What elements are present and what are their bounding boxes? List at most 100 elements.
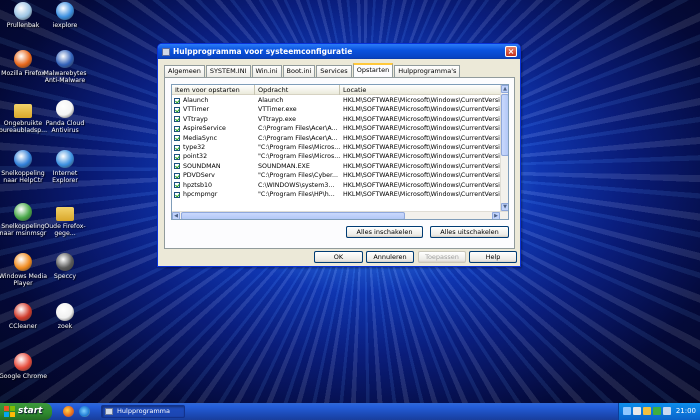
startup-checkbox[interactable] <box>174 116 180 123</box>
enable-all-button[interactable]: Alles inschakelen <box>346 226 423 238</box>
disable-all-button[interactable]: Alles uitschakelen <box>430 226 509 238</box>
tab-opstarten[interactable]: Opstarten <box>352 63 394 77</box>
startup-checkbox[interactable] <box>174 144 180 151</box>
help-button[interactable]: Help <box>469 251 517 263</box>
desktop-icon-internet-explorer[interactable]: iexplore <box>40 2 90 29</box>
startup-checkbox[interactable] <box>174 125 180 132</box>
column-header-command[interactable]: Opdracht <box>255 85 340 95</box>
tab-hulpprogrammas[interactable]: Hulpprogramma's <box>394 65 461 77</box>
apply-button[interactable]: Toepassen <box>418 251 466 263</box>
msconfig-window: Hulpprogramma voor systeemconfiguratie ×… <box>157 43 521 267</box>
ccleaner-icon <box>14 303 32 321</box>
internet-explorer-icon <box>56 2 74 20</box>
desktop-icon-label: Mozilla Firefox <box>1 70 45 77</box>
horizontal-scrollbar[interactable]: ◀ ▶ <box>172 211 508 219</box>
desktop-icon-panda[interactable]: Panda Cloud Antivirus <box>40 100 90 134</box>
command-cell: SOUNDMAN.EXE <box>258 162 310 170</box>
tab-boot-ini[interactable]: Boot.ini <box>282 65 316 77</box>
task-button-msconfig[interactable]: Hulpprogramma vo... <box>101 405 185 420</box>
tab-algemeen[interactable]: Algemeen <box>164 65 205 77</box>
desktop-icon-search[interactable]: zoek <box>40 303 90 330</box>
desktop-icon-malwarebytes[interactable]: Malwarebytes Anti-Malware <box>40 50 90 84</box>
tray-app-icon[interactable] <box>663 407 671 415</box>
item-cell: AspireService <box>172 124 255 133</box>
table-row[interactable]: PDVDServ "C:\Program Files\Cyber... HKLM\S… <box>172 171 502 180</box>
startup-checkbox[interactable] <box>174 163 180 170</box>
item-name: AspireService <box>183 125 226 133</box>
desktop-icon-label: Prullenbak <box>6 22 40 29</box>
antivirus-icon[interactable] <box>653 407 661 415</box>
item-name: hpztsb10 <box>183 181 213 189</box>
desktop-icon-label: iexplore <box>52 22 78 29</box>
msn-messenger-icon <box>14 203 32 221</box>
table-row[interactable]: point32 "C:\Program Files\Micros... HKLM\S… <box>172 152 502 161</box>
startup-checkbox[interactable] <box>174 97 180 104</box>
location-cell: HKLM\SOFTWARE\Microsoft\Windows\CurrentV… <box>343 172 502 180</box>
column-header-location[interactable]: Locatie <box>340 85 502 95</box>
item-cell: point32 <box>172 152 255 161</box>
item-name: hpcmpmgr <box>183 190 218 198</box>
firefox-quicklaunch-icon[interactable] <box>63 406 74 417</box>
tab-panel: Item voor opstarten Opdracht Locatie Ala… <box>164 77 515 249</box>
tab-win-ini[interactable]: Win.ini <box>251 65 282 77</box>
close-button[interactable]: × <box>505 46 517 57</box>
table-row[interactable]: SOUNDMAN SOUNDMAN.EXE HKLM\SOFTWARE\Micros… <box>172 162 502 171</box>
desktop-icon-internet-explorer[interactable]: Internet Explorer <box>40 150 90 184</box>
desktop-icon-folder[interactable]: Oude Firefox-gege... <box>40 203 90 237</box>
item-cell: SOUNDMAN <box>172 162 255 171</box>
desktop-icon-label: Internet Explorer <box>52 170 78 184</box>
column-header-item[interactable]: Item voor opstarten <box>172 85 255 95</box>
scroll-down-icon[interactable]: ▼ <box>501 203 508 211</box>
start-button[interactable]: start <box>0 403 52 420</box>
location-cell: HKLM\SOFTWARE\Microsoft\Windows\CurrentV… <box>343 143 502 151</box>
table-row[interactable]: type32 "C:\Program Files\Micros... HKLM\SO… <box>172 143 502 152</box>
startup-checkbox[interactable] <box>174 135 180 142</box>
ok-button[interactable]: OK <box>314 251 363 263</box>
task-label: Hulpprogramma vo... <box>117 407 170 420</box>
command-cell: "C:\Program Files\Micros... <box>258 153 340 161</box>
location-cell: HKLM\SOFTWARE\Microsoft\Windows\CurrentV… <box>343 162 502 170</box>
system-tray: 21:00 <box>618 403 700 420</box>
volume-icon[interactable] <box>633 407 641 415</box>
startup-checkbox[interactable] <box>174 172 180 179</box>
tab-services[interactable]: Services <box>316 65 352 77</box>
table-row[interactable]: MediaSync C:\Program Files\Acer\A... HKLM\… <box>172 134 502 143</box>
scroll-right-icon[interactable]: ▶ <box>492 212 500 219</box>
table-row[interactable]: VTTimer VTTimer.exe HKLM\SOFTWARE\Microsof… <box>172 105 502 114</box>
table-row[interactable]: AspireService C:\Program Files\Acer\A... H… <box>172 124 502 133</box>
item-cell: VTtrayp <box>172 115 255 124</box>
item-name: VTtrayp <box>183 115 208 123</box>
command-cell: "C:\Program Files\Micros... <box>258 143 340 151</box>
folder-icon <box>56 207 74 221</box>
item-name: PDVDServ <box>183 172 215 180</box>
tab-system-ini[interactable]: SYSTEM.INI <box>205 65 251 77</box>
item-cell: hpcmpmgr <box>172 190 255 199</box>
startup-checkbox[interactable] <box>174 182 180 189</box>
speccy-icon <box>56 253 74 271</box>
startup-checkbox[interactable] <box>174 154 180 161</box>
network-icon[interactable] <box>623 407 631 415</box>
item-name: VTTimer <box>183 106 210 114</box>
desktop-icon-speccy[interactable]: Speccy <box>40 253 90 280</box>
vertical-scrollbar[interactable]: ▲ ▼ <box>500 85 508 211</box>
table-row[interactable]: VTtrayp VTtrayp.exe HKLM\SOFTWARE\Microsof… <box>172 115 502 124</box>
startup-checkbox[interactable] <box>174 191 180 198</box>
desktop-icon-label: Speccy <box>53 273 77 280</box>
cancel-button[interactable]: Annuleren <box>366 251 414 263</box>
security-icon[interactable] <box>643 407 651 415</box>
startup-list: Item voor opstarten Opdracht Locatie Ala… <box>171 84 509 220</box>
windows-logo-icon <box>4 406 15 417</box>
table-row[interactable]: Alaunch Alaunch HKLM\SOFTWARE\Microsoft\Wi… <box>172 96 502 105</box>
table-row[interactable]: hpztsb10 C:\WINDOWS\system3... HKLM\SOFTWA… <box>172 181 502 190</box>
vertical-scroll-thumb[interactable] <box>501 94 508 156</box>
item-cell: Alaunch <box>172 96 255 105</box>
app-icon <box>162 47 170 56</box>
desktop-icon-chrome[interactable]: Google Chrome <box>0 353 48 380</box>
scroll-up-icon[interactable]: ▲ <box>501 85 508 93</box>
startup-checkbox[interactable] <box>174 107 180 114</box>
ie-quicklaunch-icon[interactable] <box>79 406 90 417</box>
scroll-left-icon[interactable]: ◀ <box>172 212 180 219</box>
table-row[interactable]: hpcmpmgr "C:\Program Files\HP\h... HKLM\SO… <box>172 190 502 199</box>
horizontal-scroll-thumb[interactable] <box>181 212 405 219</box>
title-bar[interactable]: Hulpprogramma voor systeemconfiguratie <box>158 44 520 59</box>
